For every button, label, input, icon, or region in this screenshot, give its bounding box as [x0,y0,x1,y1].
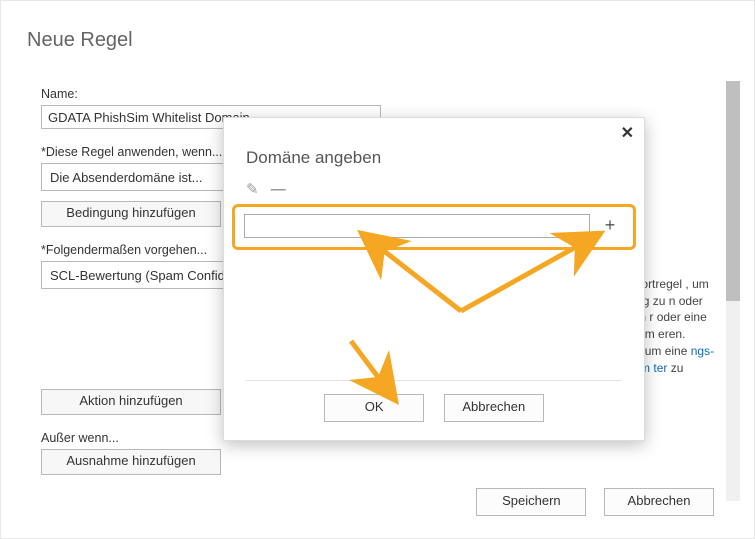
add-icon[interactable]: + [598,214,622,238]
edit-icon[interactable]: ✎ [246,180,259,198]
dialog-title: Domäne angeben [246,148,381,168]
add-condition-button[interactable]: Bedingung hinzufügen [41,201,221,227]
dialog-separator [246,380,622,381]
dialog-toolbar: ✎ — [246,180,294,198]
name-label: Name: [41,87,641,101]
add-exception-button[interactable]: Ausnahme hinzufügen [41,449,221,475]
dialog-buttons: OK Abbrechen [224,394,644,422]
scrollbar-track[interactable] [726,81,740,501]
cancel-button[interactable]: Abbrechen [604,488,714,516]
scrollbar-thumb[interactable] [726,81,740,301]
close-icon[interactable]: ✕ [621,126,634,142]
dialog-cancel-button[interactable]: Abbrechen [444,394,544,422]
ok-button[interactable]: OK [324,394,424,422]
footer-buttons: Speichern Abbrechen [462,488,714,516]
add-action-button[interactable]: Aktion hinzufügen [41,389,221,415]
window: Neue Regel Name: *Diese Regel anwenden, … [0,0,755,539]
save-button[interactable]: Speichern [476,488,586,516]
domain-input[interactable] [244,214,590,238]
specify-domain-dialog: ✕ Domäne angeben ✎ — + OK Abbrechen [223,117,645,441]
page-title: Neue Regel [27,29,133,52]
remove-icon[interactable]: — [271,181,286,198]
